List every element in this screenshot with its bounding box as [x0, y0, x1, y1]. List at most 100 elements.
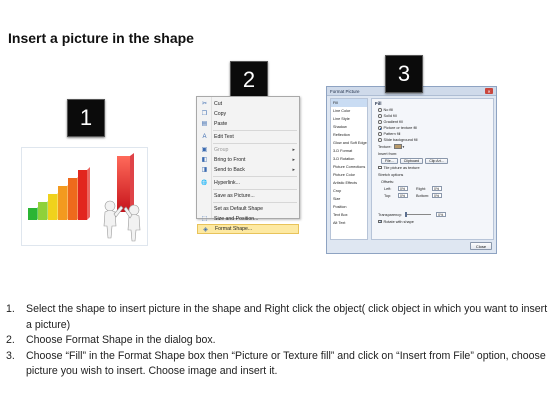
stretch-options-label: Stretch options: [378, 172, 404, 177]
submenu-arrow-icon: ▸: [292, 147, 295, 153]
clip-art-button[interactable]: Clip Art...: [425, 157, 448, 164]
illustration-tall-bar: [117, 156, 130, 212]
page-title: Insert a picture in the shape: [8, 30, 194, 46]
fill-panel: Fill No fill Solid fill Gradient fill Pictu…: [371, 98, 494, 240]
radio-button[interactable]: [378, 120, 382, 124]
offsets-row-2: Top: 0% Bottom: 0%: [375, 192, 490, 199]
format-picture-dialog: Format Picture ✕ Fill Line Color Line Styl…: [326, 86, 497, 254]
menu-item-set-default-shape[interactable]: Set as Default Shape: [197, 204, 299, 214]
illustration-bar: [38, 202, 47, 220]
category-item[interactable]: Picture Color: [331, 171, 367, 179]
tile-row[interactable]: Tile picture as texture: [375, 164, 490, 171]
chevron-down-icon[interactable]: ▾: [403, 145, 405, 149]
illustration-bar-side: [87, 167, 90, 220]
copy-icon: ❐: [201, 111, 208, 117]
tile-checkbox[interactable]: [378, 165, 382, 170]
insert-from-label: Insert from:: [378, 151, 398, 156]
category-item[interactable]: 3-D Format: [331, 147, 367, 155]
category-item[interactable]: Text Box: [331, 211, 367, 219]
category-item[interactable]: Position: [331, 203, 367, 211]
category-item[interactable]: Artistic Effects: [331, 179, 367, 187]
step-2-badge: 2: [230, 61, 268, 99]
category-item[interactable]: 3-D Rotation: [331, 155, 367, 163]
file-button[interactable]: File...: [381, 157, 398, 164]
context-menu: ✂ Cut ❐ Copy ▤ Paste A Edit Text ▣ Group ▸ ◧ Br…: [196, 96, 300, 234]
instruction-item: 2. Choose Format Shape in the dialog box.: [6, 334, 216, 346]
texture-dropdown[interactable]: [393, 144, 402, 149]
instruction-item: 1. Select the shape to insert picture in …: [6, 303, 548, 331]
clipboard-button[interactable]: Clipboard: [399, 157, 424, 164]
illustration-bar: [78, 170, 87, 220]
format-shape-icon: ◈: [203, 227, 208, 233]
illustration-tall-bar-side: [130, 153, 134, 212]
offsets-row-1: Left: 0% Right: 0%: [375, 185, 490, 192]
menu-item-cut[interactable]: ✂ Cut: [197, 99, 299, 109]
transparency-row: Transparency: 0%: [375, 211, 490, 218]
category-item[interactable]: Fill: [331, 99, 367, 107]
menu-item-paste[interactable]: ▤ Paste: [197, 119, 299, 129]
offsets-label: Offsets:: [381, 179, 395, 184]
menu-item-bring-to-front[interactable]: ◧ Bring to Front ▸: [197, 155, 299, 165]
radio-button[interactable]: [378, 126, 382, 130]
category-list: Fill Line Color Line Style Shadow Reflection…: [330, 98, 368, 240]
bottom-offset-input[interactable]: 0%: [432, 193, 442, 198]
instruction-item: 3. Choose “Fill” in the Format Shape box …: [6, 349, 546, 378]
texture-row: Texture: ▾: [378, 144, 405, 149]
right-offset-input[interactable]: 0%: [432, 186, 442, 191]
step-1-badge: 1: [67, 99, 105, 137]
bar-figure-illustration: [28, 153, 141, 242]
category-item[interactable]: Reflection: [331, 131, 367, 139]
menu-separator: [213, 176, 297, 177]
category-item[interactable]: Crop: [331, 187, 367, 195]
category-item[interactable]: Glow and Soft Edges: [331, 139, 367, 147]
menu-item-group[interactable]: ▣ Group ▸: [197, 145, 299, 155]
menu-separator: [213, 143, 297, 144]
category-item[interactable]: Picture Corrections: [331, 163, 367, 171]
left-offset-input[interactable]: 0%: [398, 186, 408, 191]
send-back-icon: ◨: [201, 167, 208, 173]
category-item[interactable]: Alt Text: [331, 219, 367, 227]
text-icon: A: [202, 134, 207, 140]
radio-button[interactable]: [378, 138, 382, 142]
shape-preview[interactable]: [21, 147, 148, 246]
bring-front-icon: ◧: [201, 157, 208, 163]
rotate-checkbox[interactable]: [378, 219, 382, 224]
fill-options: No fill Solid fill Gradient fill Picture or…: [375, 107, 490, 143]
menu-item-edit-text[interactable]: A Edit Text: [197, 132, 299, 142]
menu-item-send-to-back[interactable]: ◨ Send to Back ▸: [197, 165, 299, 175]
close-icon[interactable]: ✕: [485, 88, 493, 94]
radio-button[interactable]: [378, 114, 382, 118]
radio-button[interactable]: [378, 132, 382, 136]
menu-separator: [213, 130, 297, 131]
menu-item-format-shape[interactable]: ◈ Format Shape...: [197, 224, 299, 234]
instructions-list: 1. Select the shape to insert picture in …: [6, 302, 554, 380]
radio-button[interactable]: [378, 108, 382, 112]
illustration-bar: [58, 186, 67, 220]
menu-separator: [213, 202, 297, 203]
menu-item-save-as-picture[interactable]: Save as Picture...: [197, 191, 299, 201]
transparency-input[interactable]: 0%: [436, 212, 447, 217]
rotate-row[interactable]: Rotate with shape: [375, 218, 490, 225]
category-item[interactable]: Shadow: [331, 123, 367, 131]
dialog-title: Format Picture: [330, 88, 360, 94]
group-icon: ▣: [201, 147, 208, 153]
menu-item-hyperlink[interactable]: 🌐 Hyperlink...: [197, 178, 299, 188]
category-item[interactable]: Line Color: [331, 107, 367, 115]
submenu-arrow-icon: ▸: [292, 157, 295, 163]
hyperlink-icon: 🌐: [201, 180, 208, 186]
figure-left: [103, 200, 124, 239]
category-item[interactable]: Line Style: [331, 115, 367, 123]
category-item[interactable]: Size: [331, 195, 367, 203]
illustration-bar: [68, 178, 77, 220]
top-offset-input[interactable]: 0%: [398, 193, 408, 198]
illustration-bar: [28, 208, 37, 220]
fill-header: Fill: [375, 101, 382, 106]
close-button[interactable]: Close: [470, 242, 492, 250]
transparency-slider[interactable]: [405, 212, 432, 217]
insert-buttons: File... Clipboard Clip Art...: [375, 157, 490, 164]
menu-separator: [213, 189, 297, 190]
menu-item-copy[interactable]: ❐ Copy: [197, 109, 299, 119]
menu-item-size-and-position[interactable]: ⬚ Size and Position...: [197, 214, 299, 224]
submenu-arrow-icon: ▸: [292, 167, 295, 173]
step-3-badge: 3: [385, 55, 423, 93]
